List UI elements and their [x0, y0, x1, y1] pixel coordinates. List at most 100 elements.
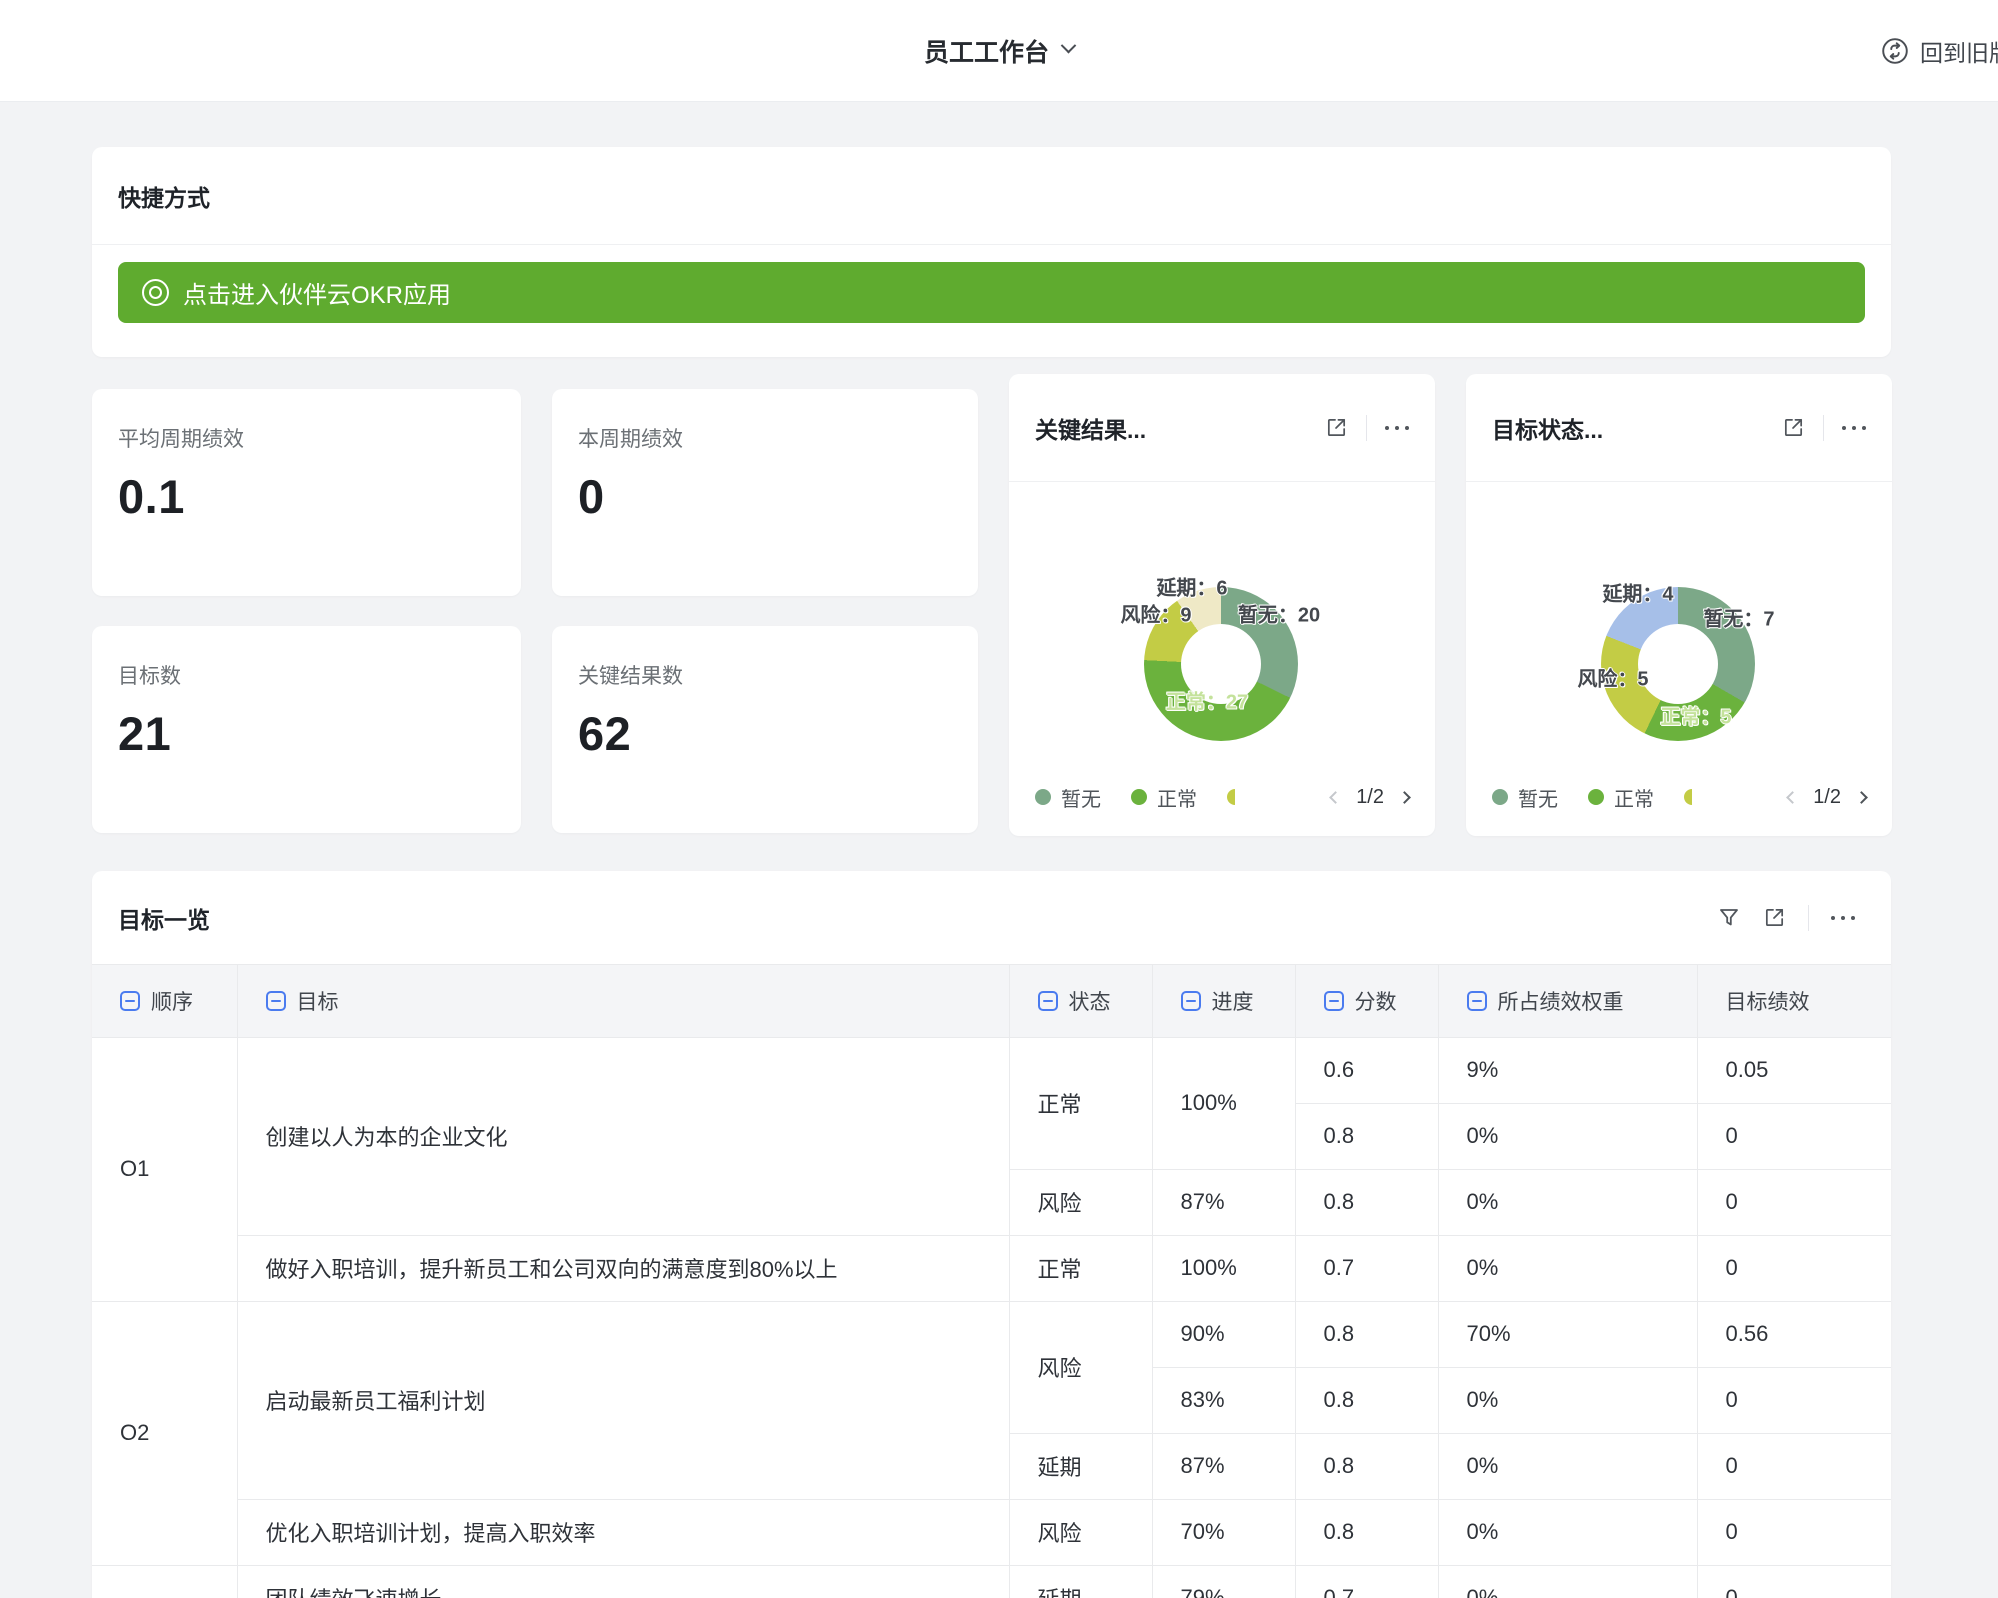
legend-item[interactable]: 暂无 [1492, 783, 1558, 812]
next-page-icon[interactable] [1398, 791, 1411, 804]
legend-item[interactable]: 正常 [1588, 783, 1654, 812]
stat-label: 平均周期绩效 [118, 423, 495, 453]
expand-icon[interactable] [1325, 416, 1348, 439]
table-cell[interactable]: 0 [1697, 1235, 1891, 1301]
table-cell[interactable]: 100% [1152, 1235, 1295, 1301]
table-cell[interactable]: 延期 [1009, 1433, 1152, 1499]
more-menu-icon[interactable] [1831, 916, 1855, 920]
switch-version-icon [1880, 36, 1910, 66]
table-cell[interactable]: 87% [1152, 1169, 1295, 1235]
stat-card-current-cycle-performance: 本周期绩效 0 [552, 389, 978, 596]
table-cell[interactable]: 0 [1697, 1499, 1891, 1565]
table-cell[interactable]: 83% [1152, 1367, 1295, 1433]
legend-label: 暂无 [1061, 783, 1101, 812]
back-to-old-version-button[interactable]: 回到旧版 [1880, 0, 1998, 102]
collapse-column-icon[interactable] [1038, 991, 1058, 1011]
column-header[interactable]: 状态 [1009, 965, 1152, 1037]
collapse-column-icon[interactable] [120, 991, 140, 1011]
table-cell[interactable]: 0.56 [1697, 1301, 1891, 1367]
collapse-column-icon[interactable] [266, 991, 286, 1011]
collapse-column-icon[interactable] [1324, 991, 1344, 1011]
target-icon [142, 279, 169, 306]
legend-item[interactable]: 正常 [1131, 783, 1197, 812]
objective-table-card: 目标一览 顺序目标状态进度分数所占绩效权重目标绩效 O1创建以人为本的企业文化正… [92, 871, 1891, 1598]
table-cell[interactable]: 0.8 [1295, 1301, 1438, 1367]
table-cell[interactable]: 0 [1697, 1367, 1891, 1433]
table-cell[interactable]: 0.8 [1295, 1499, 1438, 1565]
collapse-column-icon[interactable] [1467, 991, 1487, 1011]
next-page-icon[interactable] [1855, 791, 1868, 804]
column-header[interactable]: 进度 [1152, 965, 1295, 1037]
chevron-down-icon [1061, 38, 1077, 54]
slice-label: 暂无：20 [1238, 599, 1320, 628]
page-title: 员工工作台 [924, 33, 1049, 69]
table-cell[interactable]: 团队绩效飞速增长 [237, 1565, 1009, 1598]
prev-page-icon[interactable] [1329, 791, 1342, 804]
column-label: 顺序 [151, 986, 193, 1016]
table-cell[interactable]: 启动最新员工福利计划 [237, 1301, 1009, 1499]
column-header[interactable]: 所占绩效权重 [1438, 965, 1697, 1037]
table-cell[interactable]: 100% [1152, 1037, 1295, 1169]
legend-item[interactable]: 暂无 [1035, 783, 1101, 812]
table-cell[interactable]: 0 [1697, 1103, 1891, 1169]
table-cell[interactable]: 0% [1438, 1433, 1697, 1499]
table-cell[interactable]: 0 [1697, 1169, 1891, 1235]
expand-icon[interactable] [1782, 416, 1805, 439]
table-cell[interactable]: 90% [1152, 1301, 1295, 1367]
table-cell[interactable]: 0.7 [1295, 1235, 1438, 1301]
prev-page-icon[interactable] [1786, 791, 1799, 804]
table-cell[interactable]: 0% [1438, 1103, 1697, 1169]
table-cell[interactable]: 0 [1697, 1565, 1891, 1598]
table-cell[interactable]: 优化入职培训计划，提高入职效率 [237, 1499, 1009, 1565]
table-cell[interactable]: 0% [1438, 1169, 1697, 1235]
chart-legend: 暂无 正常 [1492, 783, 1774, 812]
workbench-switcher[interactable]: 员工工作台 [924, 33, 1074, 69]
collapse-column-icon[interactable] [1181, 991, 1201, 1011]
enter-okr-app-button[interactable]: 点击进入伙伴云OKR应用 [118, 262, 1865, 323]
table-cell[interactable]: 风险 [1009, 1169, 1152, 1235]
table-cell[interactable]: 87% [1152, 1433, 1295, 1499]
table-cell[interactable]: O2 [92, 1301, 237, 1565]
table-cell[interactable]: 0% [1438, 1565, 1697, 1598]
table-cell[interactable]: 正常 [1009, 1235, 1152, 1301]
table-cell[interactable]: 0.7 [1295, 1565, 1438, 1598]
column-label: 分数 [1355, 986, 1397, 1016]
table-cell[interactable]: 0.05 [1697, 1037, 1891, 1103]
table-cell[interactable]: 做好入职培训，提升新员工和公司双向的满意度到80%以上 [237, 1235, 1009, 1301]
table-cell[interactable]: 0.8 [1295, 1433, 1438, 1499]
column-header[interactable]: 分数 [1295, 965, 1438, 1037]
table-cell[interactable]: 0% [1438, 1235, 1697, 1301]
table-cell[interactable]: 风险 [1009, 1499, 1152, 1565]
slice-label: 正常：27 [1166, 686, 1248, 715]
more-menu-icon[interactable] [1842, 426, 1866, 430]
table-cell[interactable]: 70% [1152, 1499, 1295, 1565]
table-cell[interactable]: 0% [1438, 1367, 1697, 1433]
filter-icon[interactable] [1717, 906, 1741, 930]
table-row: O2启动最新员工福利计划风险90%0.870%0.56 [92, 1301, 1891, 1367]
top-bar: 员工工作台 回到旧版 [0, 0, 1998, 102]
table-cell[interactable]: 0.8 [1295, 1103, 1438, 1169]
table-cell[interactable]: 正常 [1009, 1037, 1152, 1169]
table-cell[interactable]: O1 [92, 1037, 237, 1301]
table-cell[interactable]: 70% [1438, 1301, 1697, 1367]
table-cell[interactable] [92, 1565, 237, 1598]
table-cell[interactable]: 9% [1438, 1037, 1697, 1103]
column-header[interactable]: 目标绩效 [1697, 965, 1891, 1037]
column-header[interactable]: 目标 [237, 965, 1009, 1037]
table-cell[interactable]: 0% [1438, 1499, 1697, 1565]
table-cell[interactable]: 风险 [1009, 1301, 1152, 1433]
shortcut-card-header: 快捷方式 [92, 147, 1891, 245]
table-cell[interactable]: 延期 [1009, 1565, 1152, 1598]
table-cell[interactable]: 创建以人为本的企业文化 [237, 1037, 1009, 1235]
table-cell[interactable]: 79% [1152, 1565, 1295, 1598]
table-row: O1创建以人为本的企业文化正常100%0.69%0.05 [92, 1037, 1891, 1103]
column-header[interactable]: 顺序 [92, 965, 237, 1037]
table-cell[interactable]: 0.8 [1295, 1169, 1438, 1235]
table-cell[interactable]: 0 [1697, 1433, 1891, 1499]
table-cell[interactable]: 0.8 [1295, 1367, 1438, 1433]
stat-value: 62 [578, 706, 952, 761]
legend-dot-icon [1492, 789, 1508, 805]
more-menu-icon[interactable] [1385, 426, 1409, 430]
expand-icon[interactable] [1763, 906, 1786, 929]
table-cell[interactable]: 0.6 [1295, 1037, 1438, 1103]
